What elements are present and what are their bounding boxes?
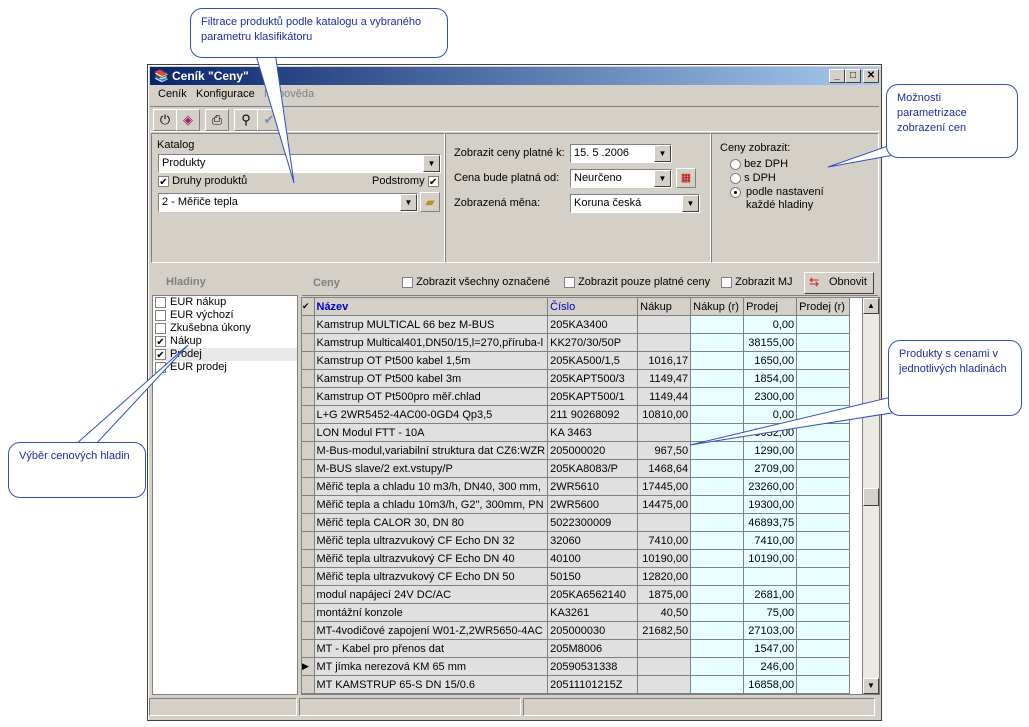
pointer-filter: [254, 51, 295, 184]
callout-levels: Výběr cenových hladin: [8, 442, 146, 498]
callout-filter: Filtrace produktů podle katalogu a vybra…: [190, 8, 448, 58]
pointer-levels: [73, 344, 189, 446]
callout-products: Produkty s cenami v jednotlivých hladiná…: [888, 340, 1022, 416]
callout-pointers: [73, 51, 924, 446]
callout-display: Možnosti parametrizace zobrazení cen: [886, 84, 1018, 158]
pointer-products: [689, 394, 911, 446]
